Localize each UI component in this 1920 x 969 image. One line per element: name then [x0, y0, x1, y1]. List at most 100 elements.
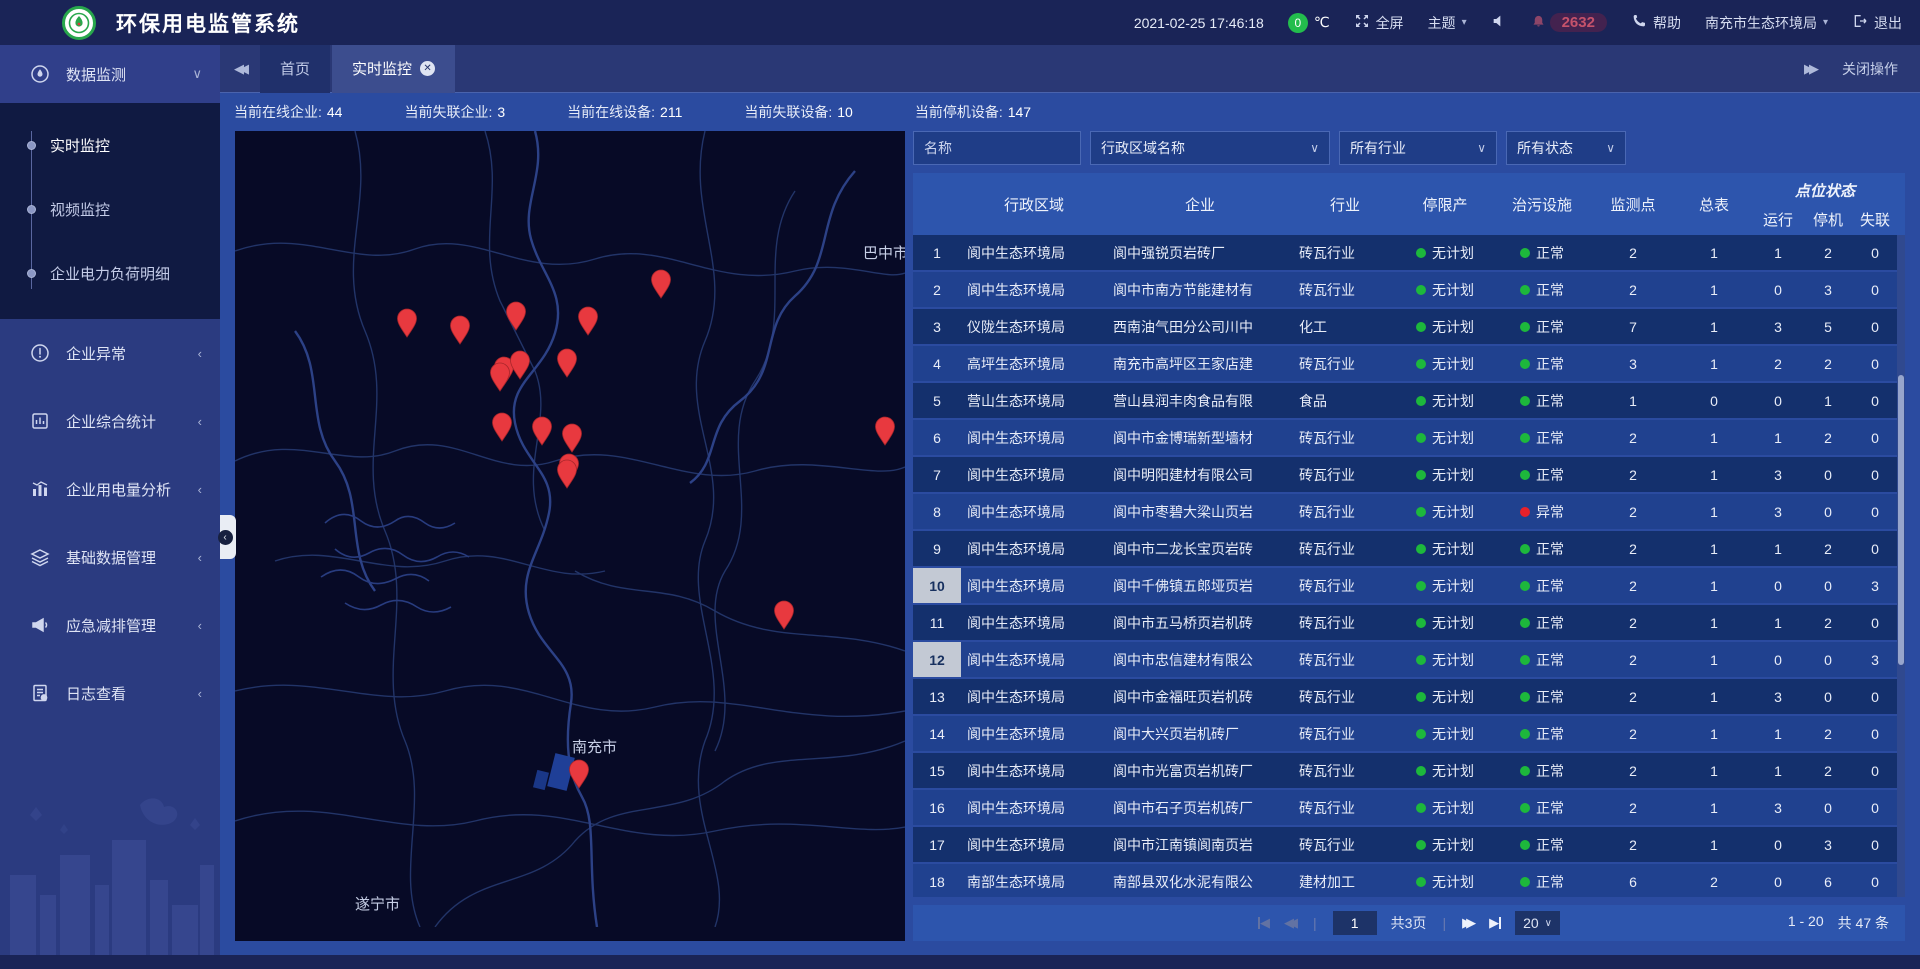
table-row[interactable]: 12阆中生态环境局阆中市忠信建材有限公砖瓦行业无计划正常21003 — [913, 642, 1905, 677]
next-page-button[interactable]: ▶▶ — [1462, 915, 1475, 931]
tab-实时监控[interactable]: 实时监控✕ — [332, 45, 455, 93]
gauge-icon — [30, 64, 50, 84]
table-row[interactable]: 13阆中生态环境局阆中市金福旺页岩机砖砖瓦行业无计划正常21300 — [913, 679, 1905, 714]
first-page-button[interactable]: ◀ — [1258, 915, 1270, 931]
cell-points: 3 — [1591, 346, 1675, 381]
table-row[interactable]: 5营山生态环境局营山县润丰肉食品有限食品无计划正常10010 — [913, 383, 1905, 418]
stat-label: 当前在线设备: — [567, 104, 655, 120]
last-page-button[interactable]: ▶ — [1489, 915, 1501, 931]
pagination-bar: ◀ ◀◀ | 共3页 | ▶▶ ▶ 20∨ 1 - 20 — [913, 905, 1905, 941]
map-panel[interactable]: 巴中市南充市遂宁市 — [235, 131, 905, 941]
cell-industry: 砖瓦行业 — [1293, 272, 1397, 307]
cell-stop-status: 无计划 — [1397, 272, 1493, 307]
sidebar-item-enterprise-abnormal[interactable]: 企业异常‹ — [0, 319, 220, 387]
status-select[interactable]: 所有状态∨ — [1506, 131, 1626, 165]
sidebar-subitem[interactable]: 视频监控 — [0, 177, 220, 241]
cell-run: 3 — [1753, 679, 1803, 714]
row-number: 6 — [913, 420, 961, 455]
cell-points: 2 — [1591, 679, 1675, 714]
sidebar-item-data-monitor[interactable]: 数据监测∨ — [0, 45, 220, 103]
close-operations-button[interactable]: 关闭操作 — [1842, 59, 1898, 79]
row-number: 15 — [913, 753, 961, 788]
sidebar-item-enterprise-stats[interactable]: 企业综合统计‹ — [0, 387, 220, 455]
sidebar-collapse-handle[interactable]: ‹ — [220, 515, 236, 559]
table-row[interactable]: 4高坪生态环境局南充市高坪区王家店建砖瓦行业无计划正常31220 — [913, 346, 1905, 381]
prev-page-button[interactable]: ◀◀ — [1284, 915, 1297, 931]
temperature-indicator: 0 ℃ — [1288, 13, 1330, 33]
theme-dropdown[interactable]: 主题▾ — [1428, 13, 1467, 33]
page-size-select[interactable]: 20∨ — [1515, 911, 1560, 935]
table-row[interactable]: 18南部生态环境局南部县双化水泥有限公建材加工无计划正常62060 — [913, 864, 1905, 897]
table-row[interactable]: 3仪陇生态环境局西南油气田分公司川中化工无计划正常71350 — [913, 309, 1905, 344]
logout-button[interactable]: 退出 — [1852, 13, 1902, 33]
sidebar-item-base-data[interactable]: 基础数据管理‹ — [0, 523, 220, 591]
cell-run: 0 — [1753, 642, 1803, 677]
alert-icon — [30, 343, 50, 363]
table-row[interactable]: 9阆中生态环境局阆中市二龙长宝页岩砖砖瓦行业无计划正常21120 — [913, 531, 1905, 566]
cell-stop-status: 无计划 — [1397, 568, 1493, 603]
cell-enterprise: 营山县润丰肉食品有限 — [1107, 383, 1293, 418]
cell-points: 2 — [1591, 642, 1675, 677]
table-row[interactable]: 6阆中生态环境局阆中市金博瑞新型墙材砖瓦行业无计划正常21120 — [913, 420, 1905, 455]
bullet-dot-icon — [27, 205, 36, 214]
table-panel: 行政区域名称∨ 所有行业∨ 所有状态∨ 行政区域 企业 行业 停限产 治污设施 — [913, 131, 1905, 941]
name-search-input[interactable] — [913, 131, 1081, 165]
cell-region: 阆中生态环境局 — [961, 605, 1107, 640]
cell-region: 阆中生态环境局 — [961, 531, 1107, 566]
tab-close-icon[interactable]: ✕ — [420, 61, 435, 76]
cell-meter: 1 — [1675, 420, 1753, 455]
fullscreen-button[interactable]: 全屏 — [1354, 13, 1404, 33]
sidebar-subitem[interactable]: 实时监控 — [0, 113, 220, 177]
status-dot-green — [1520, 729, 1530, 739]
cell-industry: 砖瓦行业 — [1293, 716, 1397, 751]
cell-industry: 砖瓦行业 — [1293, 531, 1397, 566]
cell-halt: 0 — [1803, 457, 1853, 492]
sidebar-subitem[interactable]: 企业电力负荷明细 — [0, 241, 220, 305]
table-scrollbar-thumb[interactable] — [1898, 375, 1904, 665]
table-row[interactable]: 11阆中生态环境局阆中市五马桥页岩机砖砖瓦行业无计划正常21120 — [913, 605, 1905, 640]
table-row[interactable]: 10阆中生态环境局阆中千佛镇五郎垭页岩砖瓦行业无计划正常21003 — [913, 568, 1905, 603]
status-dot-green — [1416, 285, 1426, 295]
tabs-scroll-right-icon[interactable]: ▶▶ — [1804, 61, 1814, 77]
page-number-input[interactable] — [1333, 911, 1377, 935]
org-dropdown[interactable]: 南充市生态环境局▾ — [1705, 13, 1828, 33]
help-button[interactable]: 帮助 — [1631, 13, 1681, 33]
cell-region: 阆中生态环境局 — [961, 420, 1107, 455]
row-number: 8 — [913, 494, 961, 529]
cell-region: 阆中生态环境局 — [961, 679, 1107, 714]
cell-meter: 1 — [1675, 827, 1753, 862]
status-dot-green — [1416, 803, 1426, 813]
sidebar-item-logs[interactable]: 日志查看‹ — [0, 659, 220, 727]
table-header: 行政区域 企业 行业 停限产 治污设施 监测点 总表 点位状态 运行 停机 失联 — [913, 173, 1905, 235]
stat-item: 当前在线设备:211 — [567, 102, 682, 122]
table-row[interactable]: 7阆中生态环境局阆中明阳建材有限公司砖瓦行业无计划正常21300 — [913, 457, 1905, 492]
table-row[interactable]: 1阆中生态环境局阆中强锐页岩砖厂砖瓦行业无计划正常21120 — [913, 235, 1905, 270]
cell-halt: 3 — [1803, 272, 1853, 307]
notification-button[interactable]: 2632 — [1531, 13, 1607, 32]
table-row[interactable]: 17阆中生态环境局阆中市江南镇阆南页岩砖瓦行业无计划正常21030 — [913, 827, 1905, 862]
region-select[interactable]: 行政区域名称∨ — [1090, 131, 1330, 165]
table-row[interactable]: 16阆中生态环境局阆中市石子页岩机砖厂砖瓦行业无计划正常21300 — [913, 790, 1905, 825]
table-row[interactable]: 8阆中生态环境局阆中市枣碧大梁山页岩砖瓦行业无计划异常21300 — [913, 494, 1905, 529]
table-row[interactable]: 14阆中生态环境局阆中大兴页岩机砖厂砖瓦行业无计划正常21120 — [913, 716, 1905, 751]
caret-down-icon: ▾ — [1823, 17, 1828, 28]
cell-points: 2 — [1591, 494, 1675, 529]
chevron-down-icon: ∨ — [1310, 141, 1319, 155]
filter-row: 行政区域名称∨ 所有行业∨ 所有状态∨ — [913, 131, 1905, 165]
cell-lost: 0 — [1853, 383, 1897, 418]
tabs-scroll-left-icon[interactable]: ◀◀ — [220, 61, 260, 77]
tab-首页[interactable]: 首页 — [260, 45, 330, 93]
cell-stop-status: 无计划 — [1397, 531, 1493, 566]
cell-industry: 化工 — [1293, 309, 1397, 344]
table-row[interactable]: 15阆中生态环境局阆中市光富页岩机砖厂砖瓦行业无计划正常21120 — [913, 753, 1905, 788]
speaker-icon — [1491, 13, 1507, 32]
industry-select[interactable]: 所有行业∨ — [1339, 131, 1497, 165]
status-dot-green — [1520, 840, 1530, 850]
stat-value: 44 — [327, 104, 343, 120]
sidebar-item-emergency[interactable]: 应急减排管理‹ — [0, 591, 220, 659]
sound-toggle[interactable] — [1491, 13, 1507, 32]
sidebar-item-power-analysis[interactable]: 企业用电量分析‹ — [0, 455, 220, 523]
table-row[interactable]: 2阆中生态环境局阆中市南方节能建材有砖瓦行业无计划正常21030 — [913, 272, 1905, 307]
sidebar-subitem-label: 视频监控 — [50, 199, 110, 220]
cell-stop-status: 无计划 — [1397, 309, 1493, 344]
